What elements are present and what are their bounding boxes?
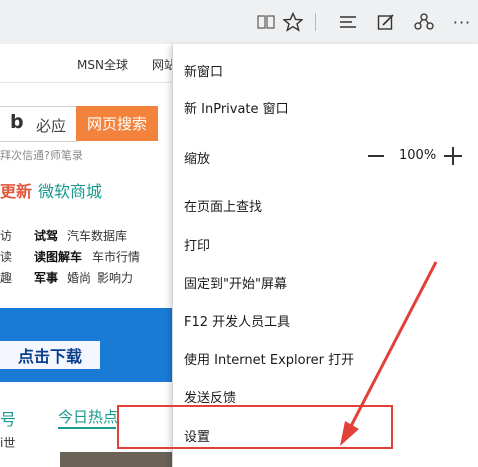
annotation-arrow-icon bbox=[340, 261, 438, 446]
